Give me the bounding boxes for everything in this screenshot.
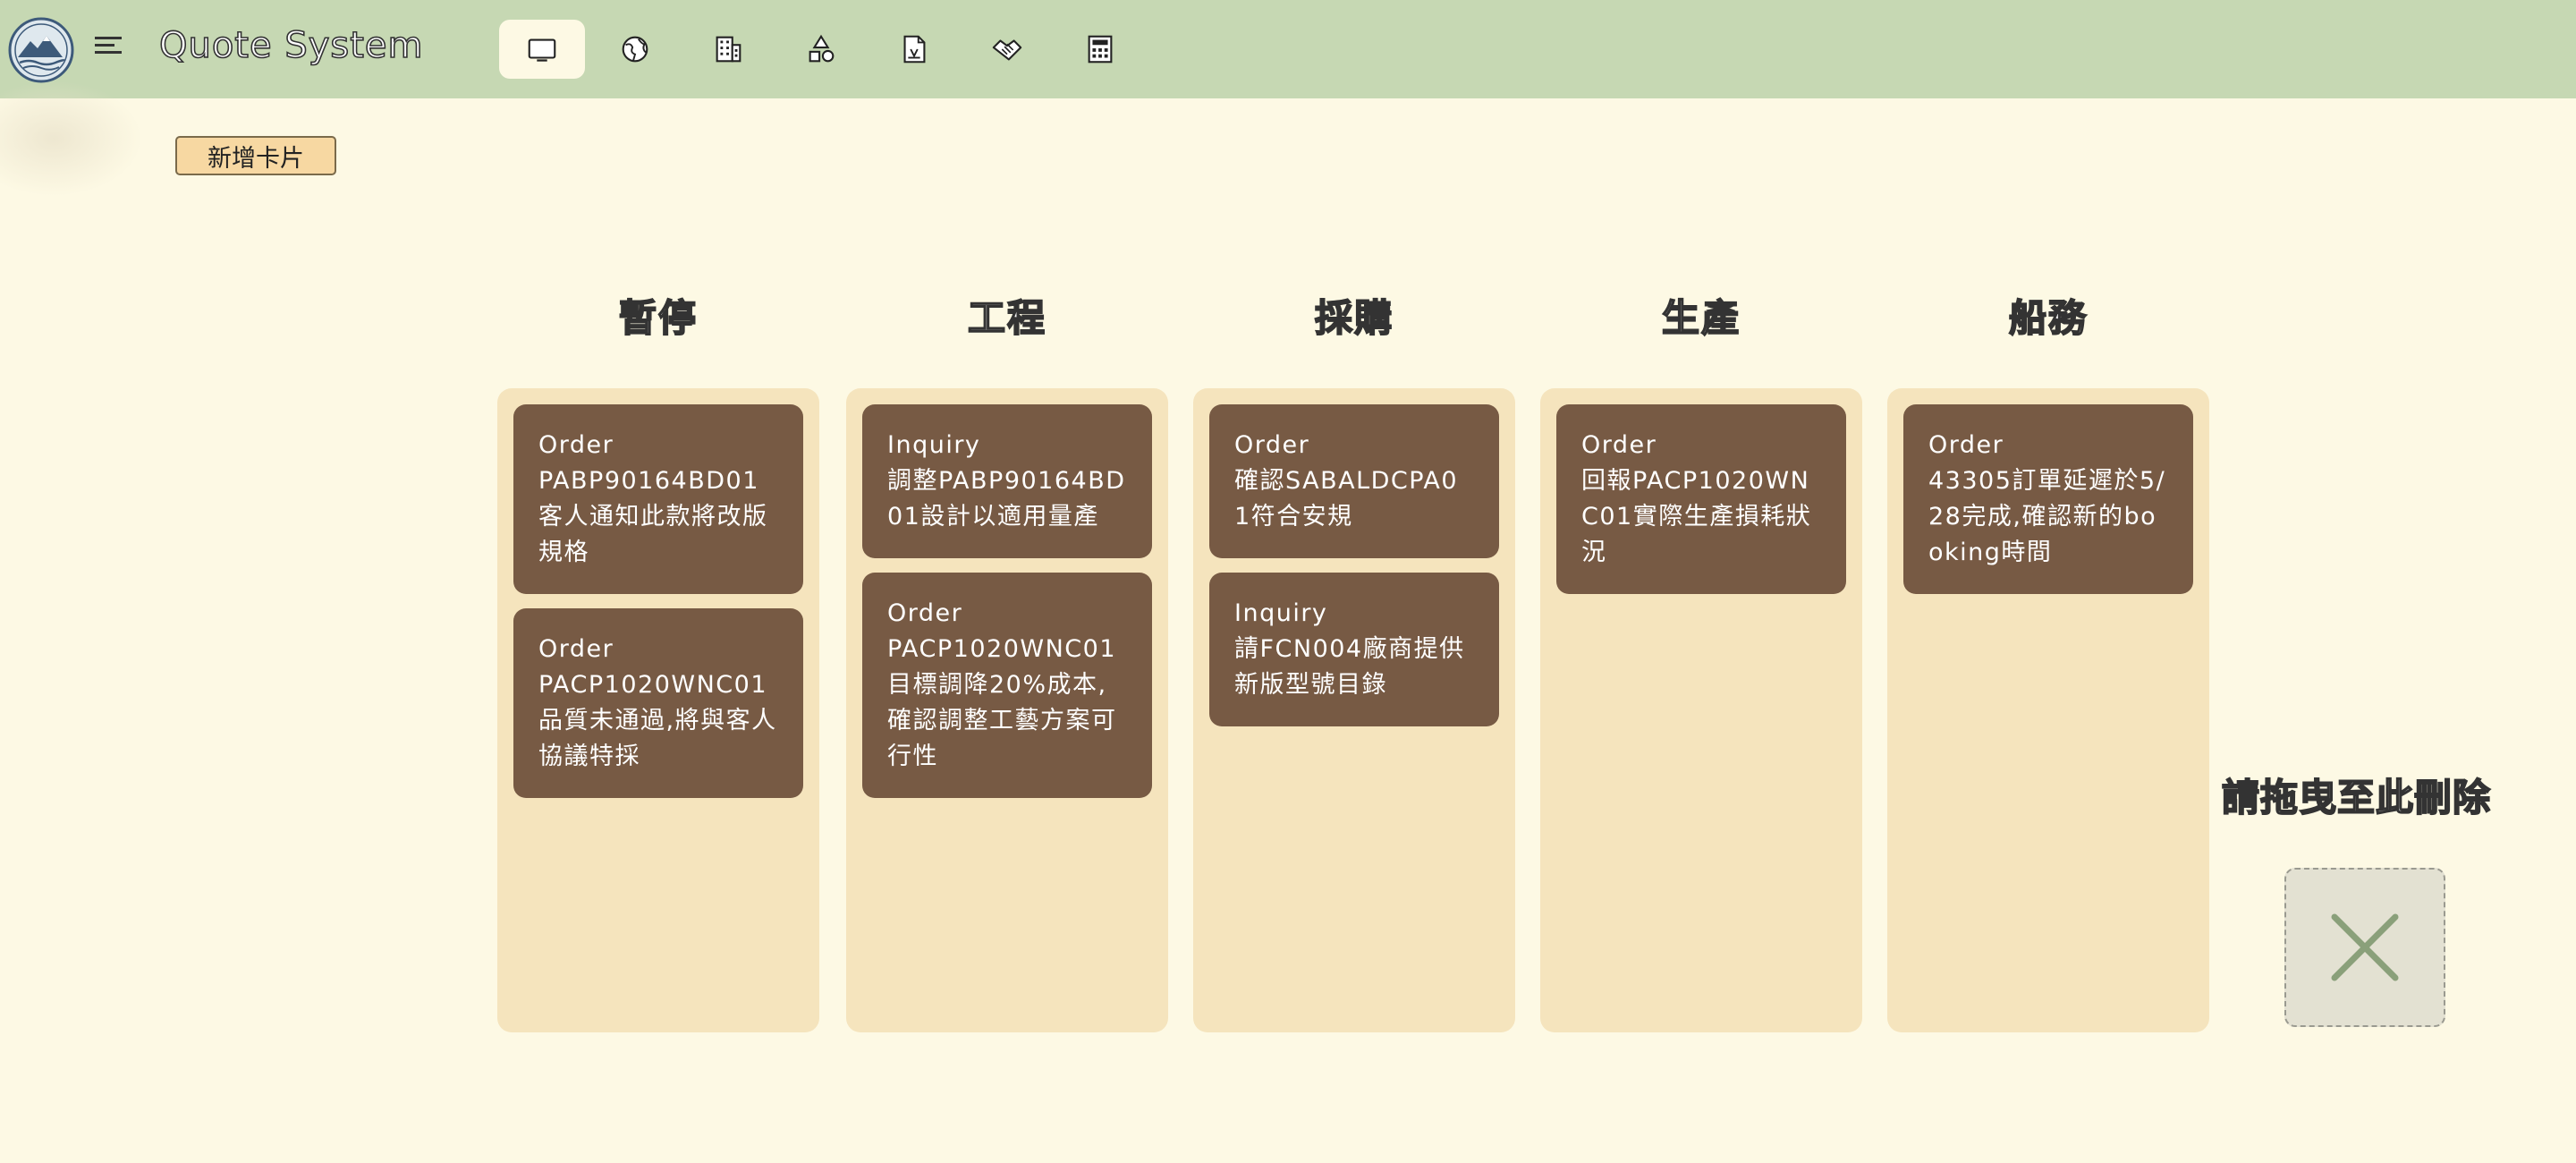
card-text: PABP90164BD01客人通知此款將改版規格 bbox=[538, 467, 768, 566]
building-icon bbox=[716, 36, 741, 63]
close-icon bbox=[2331, 913, 2399, 981]
card-text: 回報PACP1020WNC01實際生產損耗狀況 bbox=[1581, 467, 1812, 566]
card-type: Order bbox=[538, 431, 614, 459]
globe-icon bbox=[622, 36, 648, 63]
shapes-icon bbox=[809, 34, 835, 63]
column-title-purchasing: 採購 bbox=[1314, 295, 1394, 341]
top-bar: Quote System bbox=[0, 0, 2576, 98]
monitor-icon bbox=[528, 38, 556, 62]
logo-icon[interactable] bbox=[7, 16, 75, 84]
column-title-production: 生產 bbox=[1661, 295, 1741, 341]
decorative-glow bbox=[0, 81, 143, 197]
column-production[interactable]: Order 回報PACP1020WNC01實際生產損耗狀況 bbox=[1540, 388, 1862, 1032]
nav-monitor[interactable] bbox=[499, 20, 585, 79]
card-type: Order bbox=[1581, 431, 1657, 459]
card-text: PACP1020WNC01品質未通過,將與客人協議特採 bbox=[538, 671, 777, 770]
card-text: 43305訂單延遲於5/28完成,確認新的booking時間 bbox=[1928, 467, 2166, 566]
column-purchasing[interactable]: Order 確認SABALDCPA01符合安規 Inquiry 請FCN004廠… bbox=[1193, 388, 1515, 1032]
nav-handshake[interactable] bbox=[964, 20, 1050, 79]
card-type: Inquiry bbox=[887, 431, 981, 459]
column-engineering[interactable]: Inquiry 調整PABP90164BD01設計以適用量產 Order PAC… bbox=[846, 388, 1168, 1032]
nav-building[interactable] bbox=[685, 20, 771, 79]
kanban-card[interactable]: Order PACP1020WNC01品質未通過,將與客人協議特採 bbox=[513, 608, 803, 798]
menu-icon[interactable] bbox=[93, 32, 125, 59]
card-text: PACP1020WNC01目標調降20%成本,確認調整工藝方案可行性 bbox=[887, 635, 1117, 770]
handshake-icon bbox=[992, 39, 1022, 61]
card-type: Order bbox=[887, 599, 963, 627]
nav-shapes[interactable] bbox=[778, 20, 864, 79]
delete-zone-label: 請拖曳至此刪除 bbox=[2221, 775, 2492, 820]
app-title: Quote System bbox=[158, 24, 424, 67]
column-shipping[interactable]: Order 43305訂單延遲於5/28完成,確認新的booking時間 bbox=[1887, 388, 2209, 1032]
nav-globe[interactable] bbox=[592, 20, 678, 79]
kanban-card[interactable]: Order 確認SABALDCPA01符合安規 bbox=[1209, 404, 1499, 558]
document-icon bbox=[903, 35, 926, 64]
kanban-card[interactable]: Inquiry 調整PABP90164BD01設計以適用量產 bbox=[862, 404, 1152, 558]
add-card-button[interactable]: 新增卡片 bbox=[175, 136, 336, 175]
column-title-paused: 暫停 bbox=[618, 295, 698, 341]
kanban-card[interactable]: Inquiry 請FCN004廠商提供新版型號目錄 bbox=[1209, 573, 1499, 726]
card-type: Order bbox=[538, 635, 614, 663]
card-text: 調整PABP90164BD01設計以適用量產 bbox=[887, 467, 1126, 531]
kanban-card[interactable]: Order 43305訂單延遲於5/28完成,確認新的booking時間 bbox=[1903, 404, 2193, 594]
card-text: 請FCN004廠商提供新版型號目錄 bbox=[1234, 635, 1465, 699]
card-text: 確認SABALDCPA01符合安規 bbox=[1234, 467, 1458, 531]
kanban-card[interactable]: Order PABP90164BD01客人通知此款將改版規格 bbox=[513, 404, 803, 594]
kanban-card[interactable]: Order 回報PACP1020WNC01實際生產損耗狀況 bbox=[1556, 404, 1846, 594]
card-type: Order bbox=[1928, 431, 2004, 459]
kanban-card[interactable]: Order PACP1020WNC01目標調降20%成本,確認調整工藝方案可行性 bbox=[862, 573, 1152, 798]
calculator-icon bbox=[1088, 35, 1113, 64]
card-type: Inquiry bbox=[1234, 599, 1328, 627]
column-title-shipping: 船務 bbox=[2008, 295, 2088, 341]
card-type: Order bbox=[1234, 431, 1310, 459]
delete-drop-zone[interactable] bbox=[2284, 868, 2445, 1027]
column-title-engineering: 工程 bbox=[967, 295, 1046, 341]
nav-document[interactable] bbox=[871, 20, 957, 79]
column-paused[interactable]: Order PABP90164BD01客人通知此款將改版規格 Order PAC… bbox=[497, 388, 819, 1032]
nav-calculator[interactable] bbox=[1057, 20, 1143, 79]
